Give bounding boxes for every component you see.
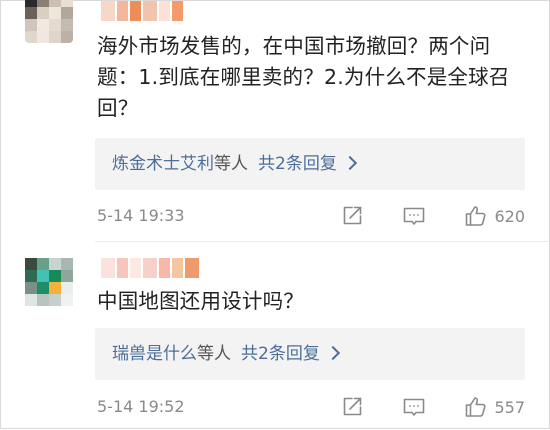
- reply-user-name[interactable]: 瑞兽是什么: [112, 344, 197, 364]
- mosaic-cell: [37, 19, 49, 31]
- mosaic-cell: [49, 0, 61, 7]
- comment-button[interactable]: [402, 204, 426, 228]
- mosaic-cell: [61, 282, 73, 294]
- mosaic-cell: [25, 7, 37, 19]
- mosaic-cell: [25, 270, 37, 282]
- avatar[interactable]: [25, 258, 73, 306]
- mosaic-cell: [37, 0, 49, 7]
- mosaic-cell: [61, 258, 73, 270]
- comment-text: 海外市场发售的，在中国市场撤回？两个问题：1.到底在哪里卖的？2.为什么不是全球…: [97, 34, 510, 120]
- mosaic-cell: [101, 1, 115, 21]
- comment-icon: [404, 398, 425, 416]
- mosaic-cell: [49, 258, 61, 270]
- comment-button[interactable]: [402, 395, 426, 419]
- mosaic-cell: [61, 270, 73, 282]
- comment-list: 海外市场发售的，在中国市场撤回？两个问题：1.到底在哪里卖的？2.为什么不是全球…: [0, 0, 550, 429]
- reply-suffix: 等人: [214, 154, 248, 174]
- thumbs-up-icon: [466, 397, 487, 417]
- comment-meta: 5-14 19:33 620: [97, 204, 525, 228]
- comment-text: 中国地图还用设计吗？: [97, 289, 304, 313]
- reply-count-link[interactable]: 共2条回复: [241, 344, 320, 364]
- mosaic-cell: [25, 294, 37, 306]
- mosaic-cell: [37, 270, 49, 282]
- mosaic-cell: [159, 1, 170, 21]
- mosaic-cell: [143, 258, 157, 278]
- avatar[interactable]: [25, 0, 73, 43]
- mosaic-cell: [25, 19, 37, 31]
- comment-actions: 557: [302, 395, 525, 419]
- pixelated-username[interactable]: [101, 258, 199, 278]
- mosaic-cell: [159, 258, 170, 278]
- mosaic-cell: [49, 31, 61, 43]
- mosaic-cell: [25, 0, 37, 7]
- mosaic-cell: [61, 294, 73, 306]
- mosaic-cell: [185, 258, 199, 278]
- comment-time: 5-14 19:33: [97, 206, 185, 225]
- mosaic-cell: [37, 282, 49, 294]
- mosaic-cell: [37, 294, 49, 306]
- mosaic-cell: [61, 31, 73, 43]
- pixelated-avatar-icon: [25, 258, 73, 306]
- mosaic-cell: [130, 258, 141, 278]
- share-button[interactable]: [340, 395, 364, 419]
- mosaic-cell: [61, 0, 73, 7]
- reply-preview[interactable]: 炼金术士艾利等人 共2条回复: [95, 138, 525, 190]
- share-icon: [344, 206, 362, 225]
- mosaic-cell: [37, 7, 49, 19]
- like-button[interactable]: 620: [464, 204, 525, 228]
- mosaic-cell: [172, 1, 183, 21]
- mosaic-cell: [143, 1, 157, 21]
- share-icon: [344, 397, 362, 416]
- mosaic-cell: [49, 19, 61, 31]
- thumbs-up-icon: [466, 206, 487, 226]
- comment-time: 5-14 19:52: [97, 397, 185, 416]
- mosaic-cell: [49, 270, 61, 282]
- mosaic-cell: [49, 294, 61, 306]
- mosaic-cell: [172, 258, 183, 278]
- mosaic-cell: [25, 258, 37, 270]
- pixelated-avatar-icon: [25, 0, 73, 43]
- chevron-right-icon: [325, 345, 340, 361]
- mosaic-cell: [117, 258, 128, 278]
- mosaic-cell: [101, 258, 115, 278]
- mosaic-cell: [49, 282, 61, 294]
- mosaic-cell: [61, 19, 73, 31]
- mosaic-cell: [25, 31, 37, 43]
- mosaic-cell: [117, 1, 128, 21]
- like-button[interactable]: 557: [464, 395, 525, 419]
- comment-item: 海外市场发售的，在中国市场撤回？两个问题：1.到底在哪里卖的？2.为什么不是全球…: [1, 0, 549, 241]
- like-count: 557: [494, 397, 525, 417]
- pixelated-username[interactable]: [101, 1, 183, 21]
- mosaic-cell: [130, 1, 141, 21]
- mosaic-cell: [61, 7, 73, 19]
- chevron-right-icon: [342, 155, 357, 171]
- share-button[interactable]: [340, 204, 364, 228]
- comment-actions: 620: [302, 204, 525, 228]
- like-count: 620: [494, 206, 525, 226]
- mosaic-cell: [25, 282, 37, 294]
- reply-suffix: 等人: [197, 344, 231, 364]
- mosaic-cell: [37, 258, 49, 270]
- reply-count-link[interactable]: 共2条回复: [258, 154, 337, 174]
- reply-user-name[interactable]: 炼金术士艾利: [112, 154, 214, 174]
- mosaic-cell: [37, 31, 49, 43]
- comment-meta: 5-14 19:52 557: [97, 395, 525, 419]
- reply-preview[interactable]: 瑞兽是什么等人 共2条回复: [95, 328, 525, 380]
- mosaic-cell: [49, 7, 61, 19]
- comment-icon: [404, 207, 425, 225]
